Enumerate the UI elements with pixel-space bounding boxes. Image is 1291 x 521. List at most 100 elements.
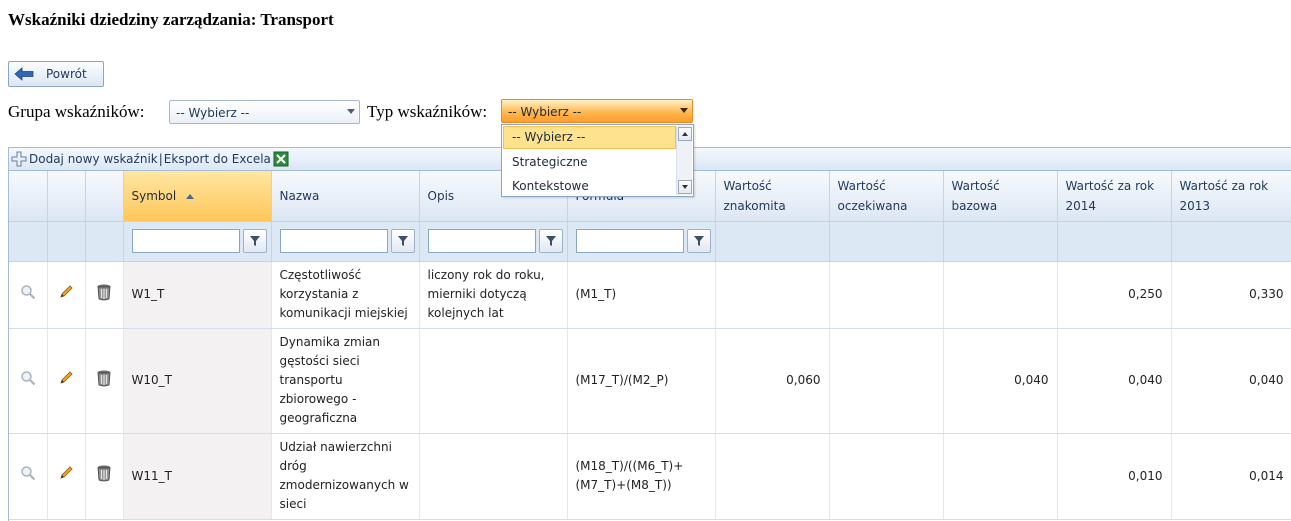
back-button-label: Powrót xyxy=(46,67,87,81)
view-cell xyxy=(9,328,48,434)
delete-cell xyxy=(85,433,124,520)
sort-ascending-icon xyxy=(186,193,195,199)
trash-icon[interactable] xyxy=(96,369,112,393)
cell-expected xyxy=(829,433,944,520)
cell-description xyxy=(419,433,568,520)
cell-expected xyxy=(829,261,944,329)
cell-name: Dynamika zmian gęstości sieci transportu… xyxy=(271,328,420,434)
cell-base: 0,040 xyxy=(943,328,1058,434)
trash-icon[interactable] xyxy=(96,464,112,488)
table-row: W11_T Udział nawierzchni dróg zmodernizo… xyxy=(9,433,1291,520)
type-option-strategic[interactable]: Strategiczne xyxy=(503,151,676,174)
export-excel-button[interactable]: Eksport do Excela xyxy=(164,151,289,167)
filter-cell-empty xyxy=(47,221,86,262)
col-header-year2014[interactable]: Wartość za rok 2014 xyxy=(1057,171,1172,222)
cell-base xyxy=(943,433,1058,520)
filter-cell-formula xyxy=(567,221,716,262)
filter-button-formula[interactable] xyxy=(686,229,711,253)
chevron-down-icon xyxy=(347,109,355,114)
indicators-grid: Dodaj nowy wskaźnik | Eksport do Excela … xyxy=(8,147,1291,521)
funnel-icon xyxy=(397,236,408,246)
magnifier-icon[interactable] xyxy=(20,465,36,487)
edit-cell xyxy=(47,261,86,329)
cell-excellent xyxy=(715,433,830,520)
back-button[interactable]: Powrót xyxy=(8,61,104,87)
cell-year2013: 0,040 xyxy=(1171,328,1291,434)
cell-year2014: 0,010 xyxy=(1057,433,1172,520)
chevron-down-icon xyxy=(680,108,688,113)
group-select-value: -- Wybierz -- xyxy=(176,106,250,120)
filter-cell-empty xyxy=(715,221,830,262)
table-row: W10_T Dynamika zmian gęstości sieci tran… xyxy=(9,328,1291,434)
plus-icon xyxy=(11,151,27,167)
filter-cell-empty xyxy=(9,221,48,262)
filter-cell-empty xyxy=(85,221,124,262)
page-title: Wskaźniki dziedziny zarządzania: Transpo… xyxy=(8,10,334,29)
cell-year2013: 0,330 xyxy=(1171,261,1291,329)
magnifier-icon[interactable] xyxy=(20,284,36,306)
funnel-icon xyxy=(545,236,556,246)
cell-symbol: W10_T xyxy=(123,328,272,434)
cell-description xyxy=(419,328,568,434)
filter-cell-empty xyxy=(943,221,1058,262)
filter-cell-description xyxy=(419,221,568,262)
add-indicator-button[interactable]: Dodaj nowy wskaźnik xyxy=(9,151,158,167)
filter-row xyxy=(9,221,1291,262)
funnel-icon xyxy=(693,236,704,246)
arrow-left-icon xyxy=(14,67,34,81)
col-header-expected[interactable]: Wartość oczekiwana xyxy=(829,171,944,222)
filter-input-description[interactable] xyxy=(427,229,536,253)
add-indicator-label: Dodaj nowy wskaźnik xyxy=(29,152,158,166)
view-cell xyxy=(9,433,48,520)
scroll-up-icon[interactable] xyxy=(678,127,692,141)
cell-year2014: 0,040 xyxy=(1057,328,1172,434)
scroll-down-icon[interactable] xyxy=(678,180,692,194)
pencil-icon[interactable] xyxy=(58,370,74,392)
group-select[interactable]: -- Wybierz -- xyxy=(169,100,360,124)
cell-name: Częstotliwość korzystania z komunikacji … xyxy=(271,261,420,329)
col-header-name[interactable]: Nazwa xyxy=(271,171,420,222)
pencil-icon[interactable] xyxy=(58,284,74,306)
cell-expected xyxy=(829,328,944,434)
type-select-value: -- Wybierz -- xyxy=(508,105,582,119)
cell-description: liczony rok do roku, mierniki dotyczą ko… xyxy=(419,261,568,329)
magnifier-icon[interactable] xyxy=(20,370,36,392)
filter-cell-symbol xyxy=(123,221,272,262)
col-header-delete xyxy=(85,171,124,222)
type-option-none[interactable]: -- Wybierz -- xyxy=(503,126,676,149)
dropdown-scrollbar[interactable] xyxy=(676,126,692,195)
cell-name: Udział nawierzchni dróg zmodernizowanych… xyxy=(271,433,420,520)
type-select[interactable]: -- Wybierz -- xyxy=(501,99,693,123)
col-header-symbol[interactable]: Symbol xyxy=(123,171,272,222)
cell-year2014: 0,250 xyxy=(1057,261,1172,329)
filter-button-symbol[interactable] xyxy=(242,229,267,253)
pencil-icon[interactable] xyxy=(58,465,74,487)
cell-formula: (M18_T)/((M6_T)+(M7_T)+(M8_T)) xyxy=(567,433,716,520)
cell-year2013: 0,014 xyxy=(1171,433,1291,520)
excel-icon xyxy=(273,151,289,167)
edit-cell xyxy=(47,433,86,520)
cell-base xyxy=(943,261,1058,329)
group-label: Grupa wskaźników: xyxy=(8,102,145,121)
delete-cell xyxy=(85,328,124,434)
table-row: W1_T Częstotliwość korzystania z komunik… xyxy=(9,261,1291,329)
type-option-contextual[interactable]: Kontekstowe xyxy=(503,175,676,198)
filter-input-formula[interactable] xyxy=(575,229,684,253)
trash-icon[interactable] xyxy=(96,283,112,307)
filter-button-description[interactable] xyxy=(538,229,563,253)
col-header-year2013[interactable]: Wartość za rok 2013 xyxy=(1171,171,1291,222)
filter-button-name[interactable] xyxy=(390,229,415,253)
col-header-base[interactable]: Wartość bazowa xyxy=(943,171,1058,222)
filter-input-name[interactable] xyxy=(279,229,388,253)
edit-cell xyxy=(47,328,86,434)
filter-cell-empty xyxy=(1057,221,1172,262)
type-dropdown-list: -- Wybierz -- Strategiczne Kontekstowe xyxy=(501,124,694,197)
col-header-excellent[interactable]: Wartość znakomita xyxy=(715,171,830,222)
filter-input-symbol[interactable] xyxy=(131,229,240,253)
col-header-edit xyxy=(47,171,86,222)
cell-formula: (M1_T) xyxy=(567,261,716,329)
cell-formula: (M17_T)/(M2_P) xyxy=(567,328,716,434)
col-header-view xyxy=(9,171,48,222)
funnel-icon xyxy=(249,236,260,246)
export-excel-label: Eksport do Excela xyxy=(163,152,271,166)
